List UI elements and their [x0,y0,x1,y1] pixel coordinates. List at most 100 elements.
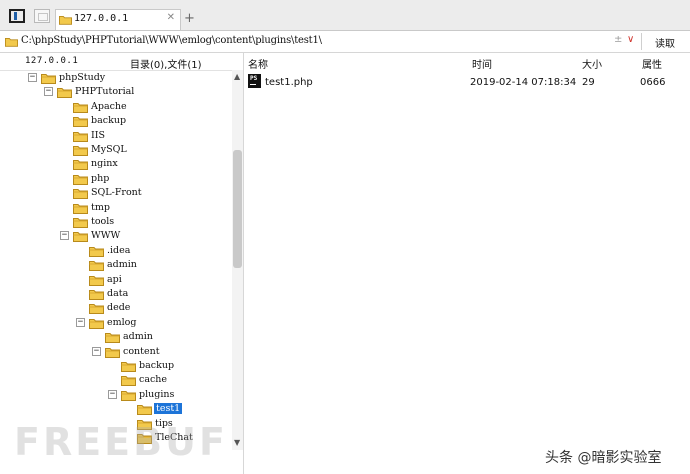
folder-icon [73,101,88,113]
host-label: 127.0.0.1 [25,56,79,66]
scroll-up-icon[interactable]: ▲ [234,72,240,81]
tree-node-label: tmp [91,201,110,213]
tree-node[interactable]: dede [76,301,200,315]
tree-node-label: nginx [91,158,118,170]
scroll-down-icon[interactable]: ▼ [234,438,240,447]
folder-icon [73,230,88,243]
tree-node[interactable]: − PHPTutorial [44,85,200,99]
collapse-toggle-icon[interactable]: − [92,346,101,356]
folder-icon [57,86,72,99]
tree-node-label: MySQL [91,144,127,155]
tree-node-label: .idea [107,244,131,256]
tree-node-label: dede [107,302,131,314]
folder-icon [105,346,120,358]
tab-127-0-0-1[interactable]: 127.0.0.1 ✕ [55,9,181,30]
tree-node[interactable]: nginx [60,157,200,171]
tree-scrollbar[interactable]: ▲ ▼ [232,70,243,450]
tree-node[interactable]: tmp [60,201,200,215]
folder-icon [89,317,104,329]
tree-node[interactable]: admin [92,330,200,344]
folder-icon [73,115,88,128]
folder-icon [73,202,88,214]
folder-icon [137,403,152,416]
folder-icon [73,130,88,142]
tree-node[interactable]: backup [108,359,200,373]
collapse-toggle-icon[interactable]: − [76,317,85,327]
tree-node[interactable]: − content [92,345,200,359]
tree-node-label: php [91,172,110,184]
tree-node[interactable]: data [76,287,200,301]
tree-node[interactable]: IIS [60,129,200,143]
column-header-size[interactable]: 大小 [582,56,602,71]
tree-node[interactable]: admin [76,258,200,272]
new-tab-button[interactable]: + [184,11,195,26]
tab-title: 127.0.0.1 [74,13,129,24]
address-divider [641,33,642,50]
tree-node[interactable]: .idea [76,244,200,258]
folder-icon [73,173,88,185]
folder-icon [41,72,56,84]
freebuf-watermark: FREEBUF [14,420,228,464]
folder-icon [89,245,104,257]
collapse-toggle-icon[interactable]: − [60,231,69,241]
folder-icon [89,259,104,272]
window-icon[interactable] [34,9,50,23]
chevron-down-icon[interactable]: ∨ [627,34,634,45]
tree-node[interactable]: backup [60,114,200,128]
column-header-time[interactable]: 时间 [472,56,492,71]
collapse-toggle-icon[interactable]: − [108,389,117,399]
tree-node-label: tools [91,216,115,227]
tree-node[interactable]: − phpStudy [28,71,200,85]
folder-icon [5,38,18,47]
address-bar: C:\phpStudy\PHPTutorial\WWW\emlog\conten… [0,31,690,53]
tree-node[interactable]: MySQL [60,143,200,157]
tree-node[interactable]: − plugins [108,388,200,402]
tree-node[interactable]: api [76,273,200,287]
file-time: 2019-02-14 07:18:34 [470,77,577,88]
tree-node-label: plugins [139,388,175,400]
tree-node[interactable]: php [60,172,200,186]
tree-node-label: test1 [154,403,183,415]
address-input[interactable]: C:\phpStudy\PHPTutorial\WWW\emlog\conten… [21,35,322,46]
tree-node-label: cache [139,374,168,386]
file-size: 29 [582,77,595,88]
close-icon[interactable]: ✕ [167,12,175,23]
column-header-attr[interactable]: 属性 [642,56,662,71]
file-attr: 0666 [640,77,666,88]
collapse-toggle-icon[interactable]: − [44,87,53,97]
scroll-thumb[interactable] [233,150,242,268]
column-header-name[interactable]: 名称 [248,56,268,71]
tree-node-label: IIS [91,129,106,141]
tree-node-label: PHPTutorial [75,86,135,98]
pane-divider[interactable] [243,53,244,474]
tree-node-label: admin [123,331,153,343]
folder-icon [121,374,136,387]
tree-node[interactable]: − emlog [76,316,200,330]
panel-toggle-icon[interactable] [9,9,25,23]
tab-bar: 127.0.0.1 ✕ + [0,0,690,31]
tree-node-label: api [107,273,122,285]
tree-node-label: content [123,345,160,357]
folder-icon [89,302,104,315]
tree-node-label: WWW [91,230,121,242]
tree-node[interactable]: − WWW [60,229,200,243]
folder-icon [121,360,136,372]
item-count-label: 目录(0),文件(1) [130,60,202,71]
tree-node-label: emlog [107,316,137,328]
tree-node[interactable]: tools [60,215,200,229]
read-button[interactable]: 读取 [655,35,675,50]
phpstorm-file-icon: PS [248,74,261,88]
tree-node[interactable]: cache [108,373,200,387]
tree-node-label: Apache [91,100,127,112]
collapse-toggle-icon[interactable]: − [28,73,37,82]
tree-node-label: backup [91,115,127,127]
history-dropdown-icon[interactable]: ± [614,34,622,45]
credit-text: 头条 @暗影实验室 [545,450,662,466]
tree-node-label: phpStudy [59,72,106,83]
folder-icon [73,216,88,228]
file-name: test1.php [265,77,313,88]
folder-icon [89,288,104,300]
tree-node[interactable]: SQL-Front [60,186,200,200]
tree-node[interactable]: Apache [60,100,200,114]
tree-node[interactable]: test1 [124,402,200,416]
